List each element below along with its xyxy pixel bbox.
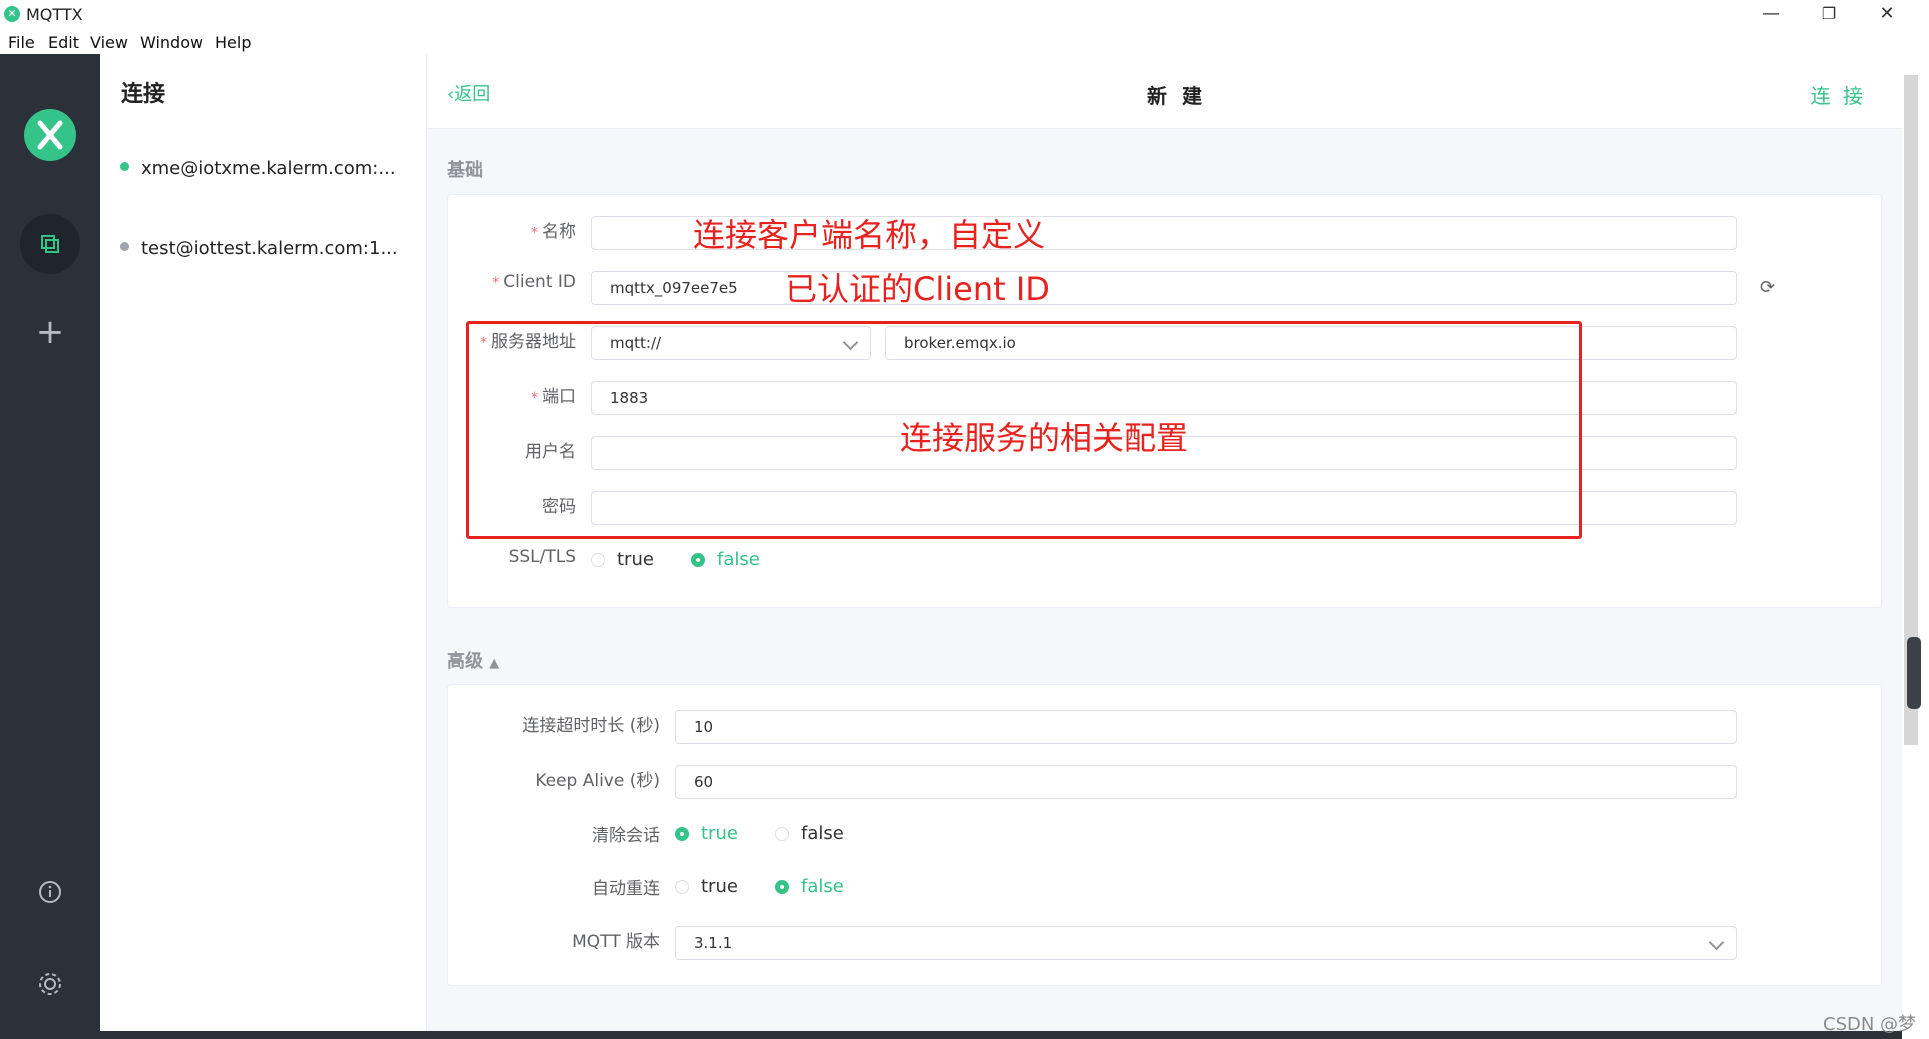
settings-gear-icon[interactable] (0, 970, 100, 1002)
connections-panel: 连接 xme@iotxme.kalerm.com:... test@iottes… (100, 54, 427, 1039)
main-area: ‹返回 新 建 连 接 基础 * 名称 * Client ID mqttx_097e… (427, 54, 1902, 1039)
connections-title: 连接 (121, 82, 166, 107)
connections-icon (41, 235, 59, 253)
annotation-box (466, 321, 1582, 539)
minimize-icon[interactable]: — (1742, 0, 1800, 29)
connection-name: xme@iotxme.kalerm.com:... (141, 158, 396, 179)
info-icon[interactable] (0, 880, 100, 908)
menu-file[interactable]: File (8, 33, 35, 52)
status-dot-icon (120, 242, 129, 251)
menu-edit[interactable]: Edit (48, 33, 79, 52)
reconnect-true-radio[interactable]: true (675, 876, 738, 897)
title-bar: ✕ MQTTX — ❐ ✕ (0, 0, 1929, 29)
page-title: 新 建 (1147, 84, 1206, 108)
chevron-down-icon (1708, 934, 1725, 951)
menu-view[interactable]: View (90, 33, 128, 52)
advanced-card: 连接超时时长 (秒) 10 Keep Alive (秒) 60 清除会话 tru… (447, 684, 1882, 986)
advanced-section-title[interactable]: 高级 ▲ (447, 647, 499, 673)
connection-item[interactable]: test@iottest.kalerm.com:1... (120, 238, 398, 259)
status-dot-icon (120, 162, 129, 171)
ssl-true-radio[interactable]: true (591, 549, 654, 570)
client-id-label: * Client ID (492, 272, 576, 292)
keepalive-label: Keep Alive (秒) (535, 771, 660, 791)
mqtt-version-label: MQTT 版本 (572, 932, 660, 952)
mqttx-logo-icon (24, 109, 76, 161)
menu-bar: File Edit View Window Help (0, 29, 1929, 54)
app-logo-icon: ✕ (4, 6, 20, 22)
restore-icon[interactable]: ❐ (1800, 0, 1858, 29)
name-annotation: 连接客户端名称，自定义 (693, 216, 1046, 254)
menu-help[interactable]: Help (215, 33, 251, 52)
menu-window[interactable]: Window (140, 33, 203, 52)
connection-item[interactable]: xme@iotxme.kalerm.com:... (120, 158, 396, 179)
close-icon[interactable]: ✕ (1858, 0, 1916, 29)
refresh-icon[interactable]: ⟳ (1760, 277, 1775, 298)
mqtt-version-select[interactable]: 3.1.1 (675, 926, 1737, 960)
keepalive-input[interactable]: 60 (675, 765, 1737, 799)
add-connection-icon[interactable]: + (0, 312, 100, 352)
scroll-handle[interactable] (1907, 637, 1921, 709)
clean-session-label: 清除会话 (592, 826, 660, 846)
bottom-strip (100, 1031, 1902, 1039)
left-rail: + (0, 54, 100, 1039)
reconnect-label: 自动重连 (592, 879, 660, 899)
connection-name: test@iottest.kalerm.com:1... (141, 238, 398, 259)
client-id-annotation: 已认证的Client ID (785, 270, 1050, 308)
client-id-input[interactable]: mqttx_097ee7e5 (591, 271, 1737, 305)
ssl-false-radio[interactable]: false (691, 549, 760, 570)
connections-nav-button[interactable] (20, 214, 80, 274)
connect-button[interactable]: 连 接 (1811, 80, 1866, 109)
ssl-label: SSL/TLS (508, 547, 576, 567)
clean-false-radio[interactable]: false (775, 823, 844, 844)
timeout-label: 连接超时时长 (秒) (522, 716, 660, 736)
back-button[interactable]: ‹返回 (447, 80, 490, 106)
top-bar: ‹返回 新 建 连 接 (427, 54, 1902, 129)
back-label: 返回 (454, 84, 491, 105)
basic-section-title: 基础 (447, 160, 483, 181)
watermark: CSDN @梦 (1823, 1014, 1917, 1035)
caret-up-icon: ▲ (489, 656, 500, 671)
clean-true-radio[interactable]: true (675, 823, 738, 844)
name-label: * 名称 (531, 222, 576, 242)
timeout-input[interactable]: 10 (675, 710, 1737, 744)
window-title: MQTTX (26, 5, 83, 24)
reconnect-false-radio[interactable]: false (775, 876, 844, 897)
